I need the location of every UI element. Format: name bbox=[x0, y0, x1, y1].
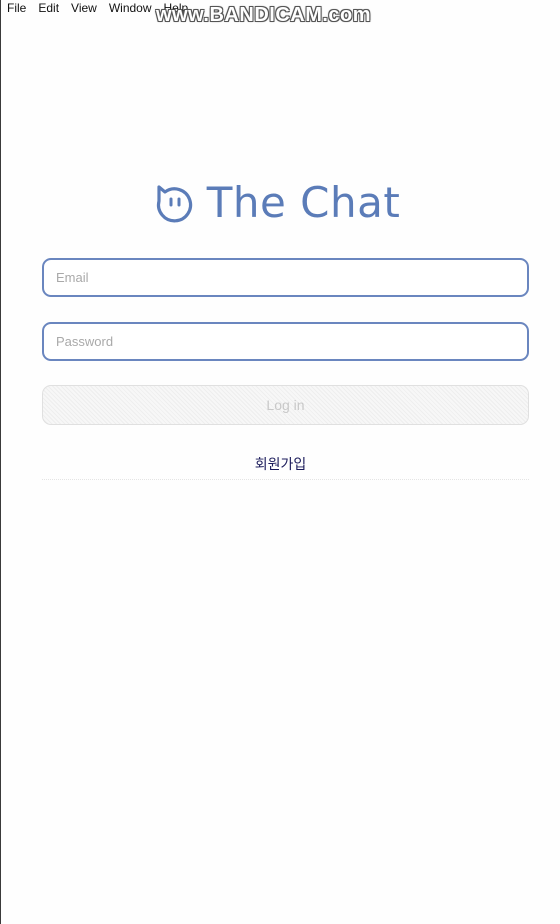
email-input[interactable] bbox=[56, 270, 527, 285]
menu-file[interactable]: File bbox=[1, 0, 32, 16]
app-window: File Edit View Window Help www.BANDICAM.… bbox=[0, 0, 560, 924]
brand-header: The Chat bbox=[1, 178, 560, 227]
app-title: The Chat bbox=[206, 178, 401, 227]
divider bbox=[42, 479, 529, 480]
menu-window[interactable]: Window bbox=[103, 0, 158, 16]
email-field-wrapper bbox=[42, 258, 529, 297]
menu-edit[interactable]: Edit bbox=[32, 0, 65, 16]
login-button[interactable]: Log in bbox=[42, 385, 529, 425]
smiley-chat-icon bbox=[156, 184, 192, 222]
password-input[interactable] bbox=[56, 334, 527, 349]
signup-link[interactable]: 회원가입 bbox=[1, 454, 560, 474]
menu-view[interactable]: View bbox=[65, 0, 103, 16]
recording-watermark: www.BANDICAM.com bbox=[156, 4, 372, 26]
password-field-wrapper bbox=[42, 322, 529, 361]
